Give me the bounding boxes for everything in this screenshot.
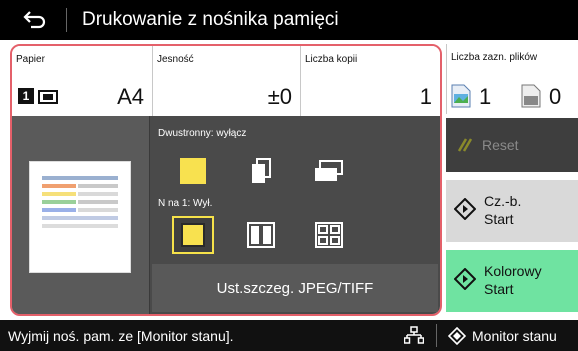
color-start-label: Kolorowy Start xyxy=(484,263,542,297)
tray-number-badge: 1 xyxy=(18,88,34,104)
duplex-label: Dwustronny: wyłącz xyxy=(158,128,247,139)
reset-label: Reset xyxy=(482,137,519,153)
paper-tray-icon xyxy=(38,90,58,104)
jpeg-tiff-settings-button[interactable]: Ust.szczeg. JPEG/TIFF xyxy=(152,264,438,312)
files-label: Liczba zazn. plików xyxy=(451,52,538,63)
status-bar: Wyjmij noś. pam. ze [Monitor stanu]. Mon… xyxy=(0,320,578,351)
monitor-diamond-icon xyxy=(448,326,466,345)
title-divider xyxy=(66,8,67,32)
back-arrow-icon xyxy=(23,11,46,29)
status-divider xyxy=(436,324,437,347)
n-on-1-label: N na 1: Wył. xyxy=(158,198,213,209)
n-on-1-off-option[interactable] xyxy=(172,216,214,254)
density-label: Jesność xyxy=(157,54,194,65)
four-on-1-option[interactable] xyxy=(308,216,350,254)
start-diamond-icon xyxy=(454,268,476,290)
duplex-off-option[interactable] xyxy=(172,152,214,190)
color-start-button[interactable]: Kolorowy Start xyxy=(446,250,578,312)
reset-button[interactable]: Reset xyxy=(446,118,578,172)
paper-label: Papier xyxy=(16,54,45,65)
right-panel: Liczba zazn. plików 1 0 Reset Cz.-b. Sta… xyxy=(446,44,578,316)
monitor-label: Monitor stanu xyxy=(472,327,557,344)
status-message: Wyjmij noś. pam. ze [Monitor stanu]. xyxy=(8,328,234,344)
preview-thumbnail xyxy=(30,162,130,272)
network-icon xyxy=(404,326,424,344)
page-preview xyxy=(12,116,150,314)
settings-panel: Papier 1 A4 Jesność ±0 Liczba kopii 1 Dw… xyxy=(10,44,442,316)
copies-setting-button[interactable]: Liczba kopii 1 xyxy=(301,46,440,116)
duplex-calendar-icon xyxy=(315,160,343,181)
bw-start-button[interactable]: Cz.-b. Start xyxy=(446,180,578,242)
density-setting-button[interactable]: Jesność ±0 xyxy=(153,46,301,116)
print-options-area: Dwustronny: wyłącz N na 1: Wył. Ust.szcz… xyxy=(12,116,440,314)
duplex-book-icon xyxy=(252,158,271,183)
title-bar: Drukowanie z nośnika pamięci xyxy=(0,0,578,40)
four-pages-icon xyxy=(315,222,343,248)
paper-setting-button[interactable]: Papier 1 A4 xyxy=(12,46,153,116)
pdf-file-icon xyxy=(521,84,541,108)
pdf-file-count: 0 xyxy=(549,84,562,109)
selected-files-counter: Liczba zazn. plików 1 0 xyxy=(446,44,578,114)
two-pages-icon xyxy=(247,222,275,248)
density-value: ±0 xyxy=(267,84,292,109)
reset-icon xyxy=(457,138,473,152)
jpeg-file-count: 1 xyxy=(479,84,492,109)
duplex-book-option[interactable] xyxy=(240,152,282,190)
copies-label: Liczba kopii xyxy=(305,54,358,65)
paper-size-value: A4 xyxy=(117,84,144,109)
back-button[interactable] xyxy=(6,4,64,36)
one-page-icon xyxy=(181,223,205,247)
page-title: Drukowanie z nośnika pamięci xyxy=(82,9,339,30)
single-side-icon xyxy=(180,158,206,184)
two-on-1-option[interactable] xyxy=(240,216,282,254)
bw-start-label: Cz.-b. Start xyxy=(484,193,522,227)
duplex-calendar-option[interactable] xyxy=(308,152,350,190)
jpeg-file-icon xyxy=(451,84,471,108)
start-diamond-icon xyxy=(454,198,476,220)
copies-value: 1 xyxy=(419,84,432,109)
status-monitor-button[interactable]: Monitor stanu xyxy=(442,320,578,351)
